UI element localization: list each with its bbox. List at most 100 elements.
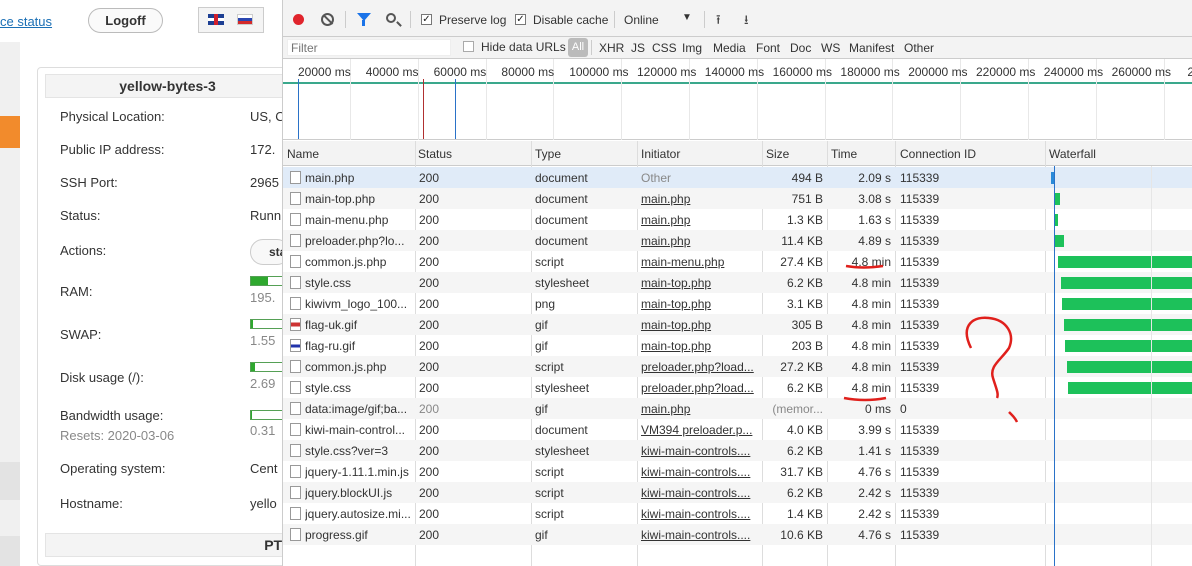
export-har-icon[interactable]: ⭳ <box>744 11 749 33</box>
name-cell: kiwivm_logo_100... <box>305 297 408 311</box>
initiator-cell[interactable]: kiwi-main-controls.... <box>641 444 759 458</box>
initiator-cell[interactable]: main.php <box>641 402 759 416</box>
dropdown-arrow-icon[interactable]: ▼ <box>682 12 692 23</box>
divider <box>591 40 592 55</box>
file-icon <box>290 528 301 541</box>
waterfall-bar <box>1064 319 1192 331</box>
initiator-cell[interactable]: main.php <box>641 192 759 206</box>
uk-flag-icon[interactable] <box>208 14 224 25</box>
filter-img[interactable]: Img <box>682 41 702 55</box>
import-har-icon[interactable]: ⭱ <box>716 11 721 33</box>
connection-id-cell: 115339 <box>900 444 940 458</box>
filter-icon[interactable] <box>357 13 371 26</box>
side-menu-active-item[interactable] <box>0 116 20 148</box>
connection-id-cell: 115339 <box>900 297 940 311</box>
table-row[interactable]: data:image/gif;ba... 200 gif main.php (memor… <box>283 398 1192 419</box>
logoff-button[interactable]: Logoff <box>88 8 163 33</box>
initiator-cell[interactable]: main-top.php <box>641 276 759 290</box>
table-row[interactable]: kiwivm_logo_100... 200 png main-top.php 3.1 … <box>283 293 1192 314</box>
time-cell: 4.8 min <box>851 318 891 332</box>
disk-bar-fill <box>251 363 255 371</box>
filter-ws[interactable]: WS <box>821 41 840 55</box>
preserve-log-checkbox[interactable]: ✓ <box>421 14 432 25</box>
side-menu-item[interactable] <box>0 536 20 566</box>
size-cell: 6.2 KB <box>786 486 823 500</box>
table-row[interactable]: kiwi-main-control... 200 document VM394 pre… <box>283 419 1192 440</box>
initiator-cell[interactable]: main-menu.php <box>641 255 759 269</box>
time-cell: 4.8 min <box>851 360 891 374</box>
initiator-cell[interactable]: preloader.php?load... <box>641 360 759 374</box>
table-row[interactable]: style.css?ver=3 200 stylesheet kiwi-main-co… <box>283 440 1192 461</box>
initiator-cell[interactable]: kiwi-main-controls.... <box>641 507 759 521</box>
size-cell: (memor... <box>772 402 823 416</box>
table-row[interactable]: jquery.autosize.mi... 200 script kiwi-main-… <box>283 503 1192 524</box>
initiator-cell[interactable]: main.php <box>641 234 759 248</box>
timeline-domcontentloaded-marker <box>455 79 456 139</box>
table-row[interactable]: flag-ru.gif 200 gif main-top.php 203 B 4.8 mi… <box>283 335 1192 356</box>
table-row[interactable]: style.css 200 stylesheet main-top.php 6.2 KB… <box>283 272 1192 293</box>
filter-xhr[interactable]: XHR <box>599 41 624 55</box>
table-row[interactable]: style.css 200 stylesheet preloader.php?load… <box>283 377 1192 398</box>
table-row[interactable]: progress.gif 200 gif kiwi-main-controls....… <box>283 524 1192 545</box>
action-button[interactable]: sta <box>250 239 282 265</box>
table-row[interactable]: common.js.php 200 script preloader.php?load… <box>283 356 1192 377</box>
overview-timeline[interactable]: 20000 ms 40000 ms 60000 ms 80000 ms 100000 m… <box>283 59 1192 140</box>
hide-data-urls-checkbox[interactable] <box>463 41 474 52</box>
table-row[interactable]: common.js.php 200 script main-menu.php 27.4 … <box>283 251 1192 272</box>
filter-input[interactable] <box>287 39 451 56</box>
record-icon[interactable] <box>293 14 304 25</box>
initiator-cell[interactable]: main-top.php <box>641 297 759 311</box>
filter-other[interactable]: Other <box>904 41 934 55</box>
column-time[interactable]: Time <box>831 147 857 161</box>
bandwidth-bar-fill <box>251 411 252 419</box>
initiator-cell[interactable]: Other <box>641 171 759 185</box>
ru-flag-icon[interactable] <box>237 14 253 25</box>
table-row[interactable]: main-menu.php 200 document main.php 1.3 KB 1.… <box>283 209 1192 230</box>
clear-icon[interactable] <box>321 13 334 26</box>
initiator-cell[interactable]: kiwi-main-controls.... <box>641 465 759 479</box>
filter-doc[interactable]: Doc <box>790 41 811 55</box>
file-icon <box>290 255 301 268</box>
initiator-cell[interactable]: kiwi-main-controls.... <box>641 528 759 542</box>
timeline-load-marker <box>423 79 424 139</box>
table-row[interactable]: jquery-1.11.1.min.js 200 script kiwi-main-c… <box>283 461 1192 482</box>
column-connection-id[interactable]: Connection ID <box>900 147 976 161</box>
filter-font[interactable]: Font <box>756 41 780 55</box>
throttling-select[interactable]: Online <box>624 13 659 27</box>
table-row[interactable]: flag-uk.gif 200 gif main-top.php 305 B 4.8 mi… <box>283 314 1192 335</box>
public-ip-value: 172. <box>250 142 276 157</box>
disk-value: 2.69 <box>250 376 276 391</box>
filter-js[interactable]: JS <box>631 41 645 55</box>
filter-all-button[interactable]: All <box>568 38 588 57</box>
service-status-link[interactable]: ce status <box>0 14 52 29</box>
name-cell: preloader.php?lo... <box>305 234 405 248</box>
column-waterfall[interactable]: Waterfall <box>1049 147 1096 161</box>
waterfall-bar <box>1065 340 1192 352</box>
table-row[interactable]: jquery.blockUI.js 200 script kiwi-main-cont… <box>283 482 1192 503</box>
column-initiator[interactable]: Initiator <box>641 147 680 161</box>
type-cell: script <box>535 507 564 521</box>
filter-media[interactable]: Media <box>713 41 746 55</box>
table-row[interactable]: main-top.php 200 document main.php 751 B 3.08… <box>283 188 1192 209</box>
column-status[interactable]: Status <box>418 147 452 161</box>
initiator-cell[interactable]: main-top.php <box>641 318 759 332</box>
initiator-cell[interactable]: VM394 preloader.p... <box>641 423 759 437</box>
table-row[interactable]: main.php 200 document Other 494 B 2.09 s 11533… <box>283 167 1192 188</box>
table-row[interactable]: preloader.php?lo... 200 document main.php 11… <box>283 230 1192 251</box>
initiator-cell[interactable]: main.php <box>641 213 759 227</box>
column-size[interactable]: Size <box>766 147 789 161</box>
disable-cache-checkbox[interactable]: ✓ <box>515 14 526 25</box>
initiator-cell[interactable]: main-top.php <box>641 339 759 353</box>
column-name[interactable]: Name <box>287 147 319 161</box>
size-cell: 6.2 KB <box>786 444 823 458</box>
filter-manifest[interactable]: Manifest <box>849 41 894 55</box>
name-cell: progress.gif <box>305 528 368 542</box>
column-type[interactable]: Type <box>535 147 561 161</box>
status-cell: 200 <box>419 402 440 416</box>
filter-css[interactable]: CSS <box>652 41 677 55</box>
side-menu-item[interactable] <box>0 462 20 500</box>
status-cell: 200 <box>419 423 440 437</box>
search-icon[interactable] <box>386 13 396 23</box>
initiator-cell[interactable]: kiwi-main-controls.... <box>641 486 759 500</box>
initiator-cell[interactable]: preloader.php?load... <box>641 381 759 395</box>
